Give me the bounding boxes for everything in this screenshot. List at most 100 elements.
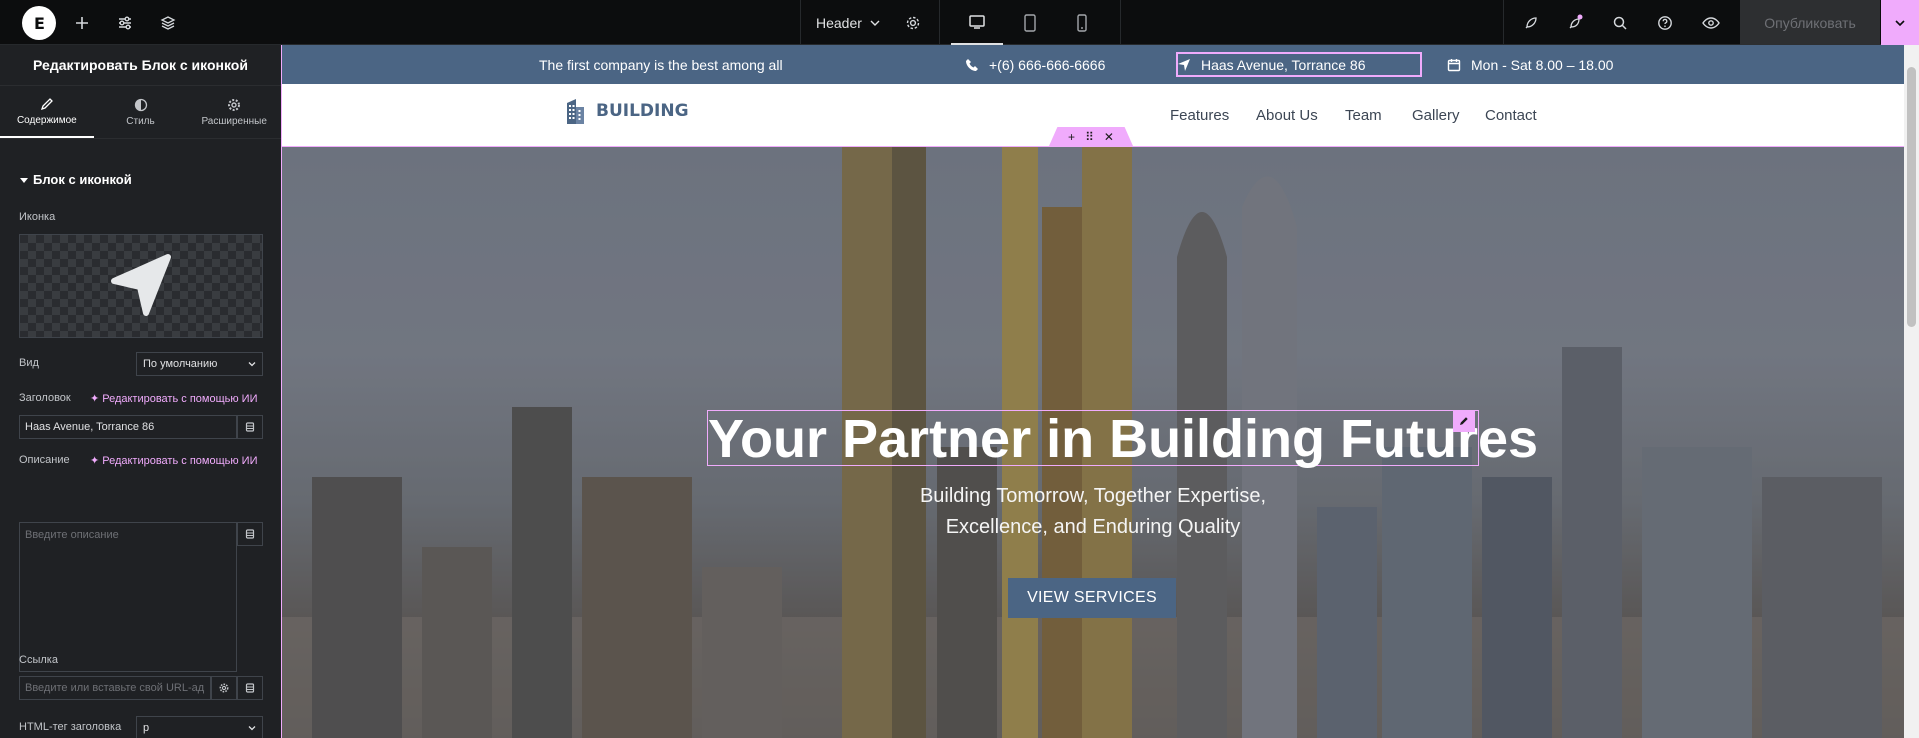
publish-button[interactable]: Опубликовать bbox=[1740, 0, 1880, 45]
link-options-button[interactable] bbox=[211, 676, 237, 700]
ai-sparkle-icon: ✦ bbox=[90, 455, 100, 467]
tab-style[interactable]: Стиль bbox=[94, 86, 188, 138]
notifications-rocket-icon[interactable] bbox=[1562, 10, 1588, 36]
description-ai-edit-link[interactable]: ✦ Редактировать с помощью ИИ bbox=[90, 454, 258, 468]
close-icon[interactable]: ✕ bbox=[1104, 130, 1114, 144]
heading-input[interactable]: Haas Avenue, Torrance 86 bbox=[19, 415, 237, 439]
tab-style-label: Стиль bbox=[126, 115, 155, 127]
hours-text: Mon - Sat 8.00 – 18.00 bbox=[1471, 56, 1614, 73]
hero-subtitle-line1: Building Tomorrow, Together Expertise, bbox=[919, 485, 1267, 507]
html-tag-value: p bbox=[143, 722, 150, 734]
heading-ai-edit-link[interactable]: ✦ Редактировать с помощью ИИ bbox=[90, 392, 258, 406]
nav-team[interactable]: Team bbox=[1345, 84, 1382, 146]
dynamic-tags-button[interactable] bbox=[237, 522, 263, 546]
chevron-down-icon bbox=[1895, 19, 1905, 26]
description-label: Описание bbox=[19, 454, 70, 466]
phone-item[interactable]: +(6) 666-666-6666 bbox=[965, 45, 1105, 84]
chevron-down-icon bbox=[870, 20, 880, 26]
html-tag-select[interactable]: p bbox=[136, 716, 263, 738]
building-icon bbox=[567, 99, 584, 124]
panel-tabs: Содержимое Стиль Расширенные bbox=[0, 86, 281, 139]
site-logo[interactable]: BUILDING bbox=[560, 96, 689, 126]
brand-name: BUILDING bbox=[596, 101, 689, 121]
link-input[interactable]: Введите или вставьте свой URL-ад bbox=[19, 676, 211, 700]
plus-icon[interactable] bbox=[69, 10, 95, 36]
description-ai-edit-label: Редактировать с помощью ИИ bbox=[102, 454, 258, 467]
pencil-icon bbox=[40, 97, 53, 110]
desktop-view-button[interactable] bbox=[951, 0, 1003, 45]
phone-icon bbox=[966, 58, 978, 71]
mobile-view-button[interactable] bbox=[1056, 0, 1108, 45]
location-arrow-icon bbox=[1178, 58, 1190, 71]
hero-subtitle[interactable]: Building Tomorrow, Together Expertise, E… bbox=[782, 481, 1404, 543]
page-settings-gear-icon[interactable] bbox=[900, 10, 926, 36]
tagline[interactable]: The first company is the best among all bbox=[539, 45, 783, 84]
pencil-icon bbox=[1460, 417, 1468, 425]
tablet-view-button[interactable] bbox=[1004, 0, 1056, 45]
editor-topbar: E Header Опубликовать bbox=[0, 0, 1919, 45]
edit-widget-button[interactable] bbox=[1453, 410, 1475, 432]
view-label: Вид bbox=[19, 357, 39, 369]
view-services-button[interactable]: VIEW SERVICES bbox=[1008, 578, 1176, 618]
preview-canvas: The first company is the best among all … bbox=[281, 45, 1904, 738]
link-label: Ссылка bbox=[19, 654, 58, 666]
layers-icon[interactable] bbox=[155, 10, 181, 36]
mobile-icon bbox=[1077, 13, 1087, 32]
phone-text: +(6) 666-666-6666 bbox=[989, 56, 1106, 73]
desktop-icon bbox=[969, 14, 985, 29]
section-toggle[interactable]: Блок с иконкой bbox=[20, 172, 132, 187]
elementor-logo-icon[interactable]: E bbox=[22, 6, 56, 40]
dynamic-tags-button[interactable] bbox=[237, 415, 263, 439]
view-select[interactable]: По умолчанию bbox=[136, 352, 263, 376]
help-icon[interactable] bbox=[1652, 10, 1678, 36]
gear-icon bbox=[228, 98, 241, 111]
database-icon bbox=[245, 422, 255, 432]
document-select[interactable]: Header bbox=[816, 0, 880, 45]
half-circle-icon bbox=[134, 98, 147, 111]
add-section-icon[interactable]: + bbox=[1068, 130, 1075, 144]
calendar-icon bbox=[1447, 58, 1461, 71]
hours-item[interactable]: Mon - Sat 8.00 – 18.00 bbox=[1447, 45, 1613, 84]
description-textarea[interactable]: Введите описание bbox=[19, 522, 237, 672]
icon-picker[interactable] bbox=[19, 234, 263, 338]
hero-title-outline: Your Partner in Building Futures bbox=[707, 410, 1538, 467]
hero-section: Your Partner in Building Futures Buildin… bbox=[282, 146, 1904, 738]
heading-ai-edit-label: Редактировать с помощью ИИ bbox=[102, 392, 258, 405]
section-handle[interactable]: + ⠿ ✕ bbox=[1049, 127, 1133, 146]
address-text: Haas Avenue, Torrance 86 bbox=[1201, 56, 1366, 73]
html-tag-label: HTML-тег заголовка bbox=[19, 721, 122, 733]
hero-subtitle-line2: Excellence, and Enduring Quality bbox=[945, 516, 1241, 538]
panel-title: Редактировать Блок с иконкой bbox=[0, 45, 281, 86]
search-icon[interactable] bbox=[1607, 10, 1633, 36]
sliders-icon[interactable] bbox=[112, 10, 138, 36]
hero-title[interactable]: Your Partner in Building Futures bbox=[708, 411, 1538, 467]
tab-advanced-label: Расширенные bbox=[201, 115, 267, 127]
database-icon bbox=[245, 683, 255, 693]
site-topbar: The first company is the best among all … bbox=[282, 45, 1904, 84]
tab-content[interactable]: Содержимое bbox=[0, 86, 94, 138]
drag-handle-icon[interactable]: ⠿ bbox=[1085, 130, 1094, 144]
tab-advanced[interactable]: Расширенные bbox=[187, 86, 281, 138]
nav-gallery[interactable]: Gallery bbox=[1412, 84, 1460, 146]
tab-content-label: Содержимое bbox=[16, 114, 77, 126]
preview-eye-icon[interactable] bbox=[1698, 10, 1724, 36]
chevron-down-icon bbox=[248, 726, 256, 731]
dynamic-tags-button[interactable] bbox=[237, 676, 263, 700]
nav-features[interactable]: Features bbox=[1170, 84, 1229, 146]
ai-sparkle-icon: ✦ bbox=[90, 393, 100, 405]
database-icon bbox=[245, 529, 255, 539]
icon-label: Иконка bbox=[19, 211, 56, 223]
editor-panel: Редактировать Блок с иконкой Содержимое … bbox=[0, 45, 281, 738]
tablet-icon bbox=[1024, 13, 1036, 32]
nav-about-us[interactable]: About Us bbox=[1256, 84, 1318, 146]
canvas-scrollbar[interactable] bbox=[1904, 45, 1919, 738]
scrollbar-thumb[interactable] bbox=[1907, 67, 1916, 327]
caret-down-icon bbox=[20, 177, 28, 183]
rocket-icon[interactable] bbox=[1518, 10, 1544, 36]
document-name: Header bbox=[816, 14, 862, 31]
heading-label: Заголовок bbox=[19, 392, 71, 404]
address-item[interactable]: Haas Avenue, Torrance 86 bbox=[1177, 45, 1366, 84]
view-select-value: По умолчанию bbox=[143, 358, 218, 370]
nav-contact[interactable]: Contact bbox=[1485, 84, 1537, 146]
publish-options-button[interactable] bbox=[1881, 0, 1919, 45]
